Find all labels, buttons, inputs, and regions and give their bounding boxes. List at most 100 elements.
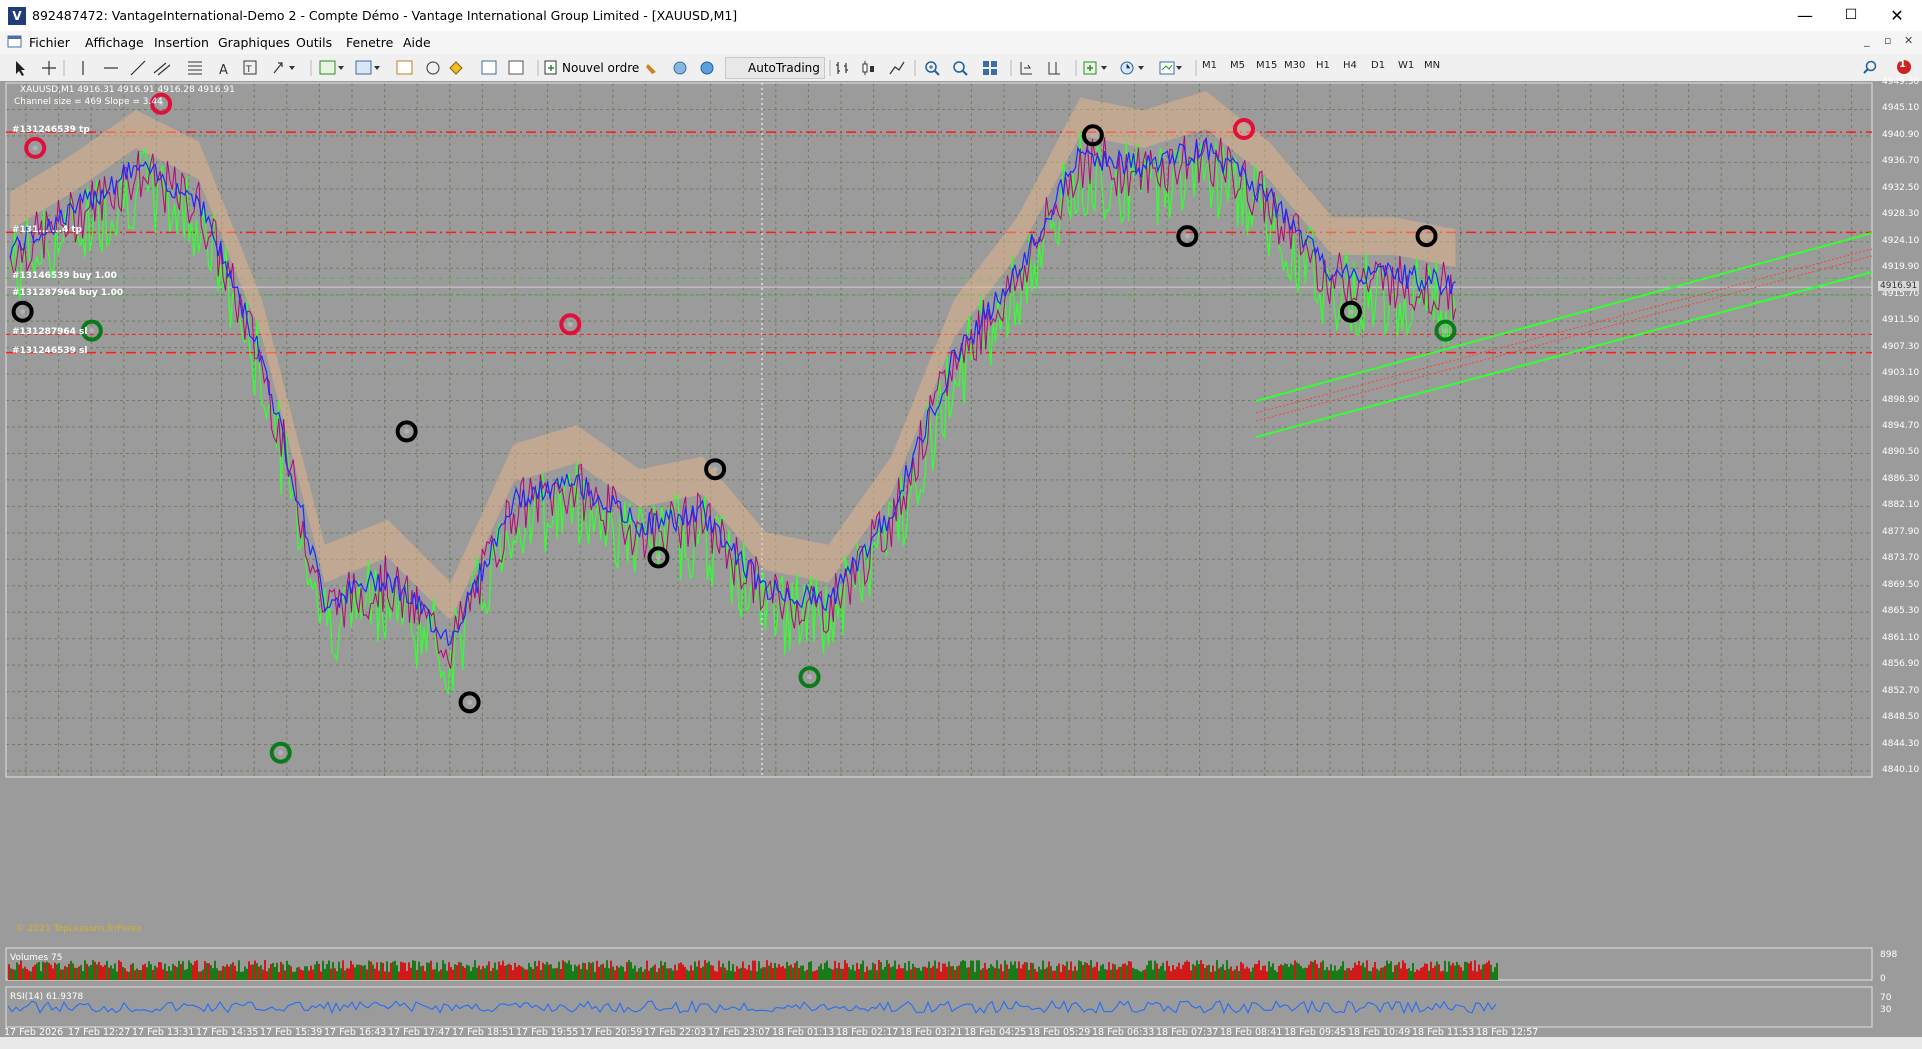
volume-bar	[830, 968, 832, 980]
volume-bar	[1218, 968, 1220, 980]
timeframe-m5[interactable]: M5	[1230, 60, 1245, 71]
volume-bar	[892, 966, 894, 980]
volume-bar	[536, 966, 538, 980]
menu-affichage[interactable]: Affichage	[85, 35, 144, 50]
volume-bar	[420, 966, 422, 980]
menu-insertion[interactable]: Insertion	[154, 35, 209, 50]
price-tick: 4932.50	[1882, 182, 1920, 193]
volume-bar	[544, 964, 546, 980]
volume-bar	[958, 965, 960, 980]
timeframe-m30[interactable]: M30	[1284, 60, 1305, 71]
volume-bar	[698, 960, 700, 980]
zoom-in-icon[interactable]	[925, 61, 940, 76]
text-icon[interactable]: A	[219, 63, 228, 78]
tester-icon[interactable]	[508, 60, 524, 75]
signals-icon[interactable]	[673, 61, 687, 75]
volume-bar	[1390, 961, 1392, 980]
candle-chart-icon[interactable]	[862, 61, 874, 75]
order-line-label[interactable]: #13146539 buy 1.00	[12, 271, 117, 281]
volume-bar	[1204, 967, 1206, 980]
timeframe-m1[interactable]: M1	[1202, 60, 1217, 71]
terminal-icon[interactable]	[481, 60, 497, 75]
volume-bar	[1486, 962, 1488, 980]
crosshair-icon[interactable]	[42, 61, 56, 75]
timeframe-d1[interactable]: D1	[1371, 60, 1385, 71]
new-chart-icon[interactable]	[319, 60, 336, 75]
price-chart[interactable]	[0, 81, 1922, 1037]
timeframe-w1[interactable]: W1	[1398, 60, 1414, 71]
autotrading-button[interactable]: AutoTrading	[725, 57, 825, 79]
bar-chart-icon[interactable]	[836, 62, 848, 74]
child-restore-button[interactable]: ▫	[1884, 34, 1891, 47]
volume-bar	[106, 960, 108, 980]
menu-aide[interactable]: Aide	[403, 35, 431, 50]
maximize-button[interactable]: ☐	[1828, 0, 1874, 31]
volume-bar	[366, 969, 368, 980]
menu-fenetre[interactable]: Fenetre	[346, 35, 393, 50]
market-icon[interactable]	[700, 61, 714, 75]
new-order-button[interactable]: Nouvel ordre	[541, 57, 644, 79]
volume-bar	[618, 967, 620, 980]
volume-bar	[1154, 960, 1156, 980]
navigator-icon[interactable]	[426, 61, 440, 75]
child-close-button[interactable]: ✕	[1904, 34, 1913, 47]
data-window-icon[interactable]	[449, 61, 463, 75]
volume-bar	[388, 971, 390, 980]
volume-bar	[182, 961, 184, 980]
search-icon[interactable]	[1863, 60, 1877, 74]
trendline-icon[interactable]	[130, 60, 146, 76]
menu-graphiques[interactable]: Graphiques	[218, 35, 290, 50]
arrows-icon[interactable]	[273, 62, 295, 74]
timeframe-mn[interactable]: MN	[1424, 60, 1440, 71]
volume-bar	[180, 964, 182, 980]
chart-shift-icon[interactable]	[1048, 62, 1060, 75]
cursor-icon[interactable]	[16, 61, 25, 76]
meta-editor-icon[interactable]	[646, 64, 656, 74]
indicators-icon[interactable]	[1083, 61, 1107, 75]
timeframe-h4[interactable]: H4	[1343, 60, 1357, 71]
volume-bar	[794, 963, 796, 980]
chart-window[interactable]: XAUUSD,M1 4916.31 4916.91 4916.28 4916.9…	[0, 77, 1922, 1038]
order-line-label[interactable]: #131246539 tp	[12, 125, 90, 135]
minimize-button[interactable]: —	[1782, 0, 1828, 31]
volume-bar	[1068, 970, 1070, 980]
close-button[interactable]: ✕	[1874, 0, 1920, 31]
order-line-label[interactable]: #131246539 sl	[12, 346, 87, 356]
tile-icon[interactable]	[983, 61, 997, 75]
fibonacci-icon[interactable]	[188, 61, 202, 75]
volume-bar	[404, 962, 406, 980]
profiles-icon[interactable]	[355, 60, 372, 75]
templates-icon[interactable]	[1159, 61, 1182, 75]
price-tick: 4949.30	[1882, 77, 1920, 87]
volume-bar	[896, 969, 898, 980]
volume-bar	[1396, 964, 1398, 980]
volume-bar	[212, 968, 214, 980]
volume-bar	[508, 963, 510, 980]
volume-bar	[412, 960, 414, 980]
volume-bar	[924, 966, 926, 980]
menu-outils[interactable]: Outils	[296, 35, 332, 50]
timeframe-h1[interactable]: H1	[1316, 60, 1330, 71]
autoscroll-icon[interactable]	[1020, 62, 1032, 75]
volume-bar	[1294, 960, 1296, 980]
volume-bar	[374, 968, 376, 980]
order-line-label[interactable]: #131287964 buy 1.00	[12, 288, 123, 298]
volume-bar	[56, 964, 58, 980]
label-icon[interactable]: T	[243, 60, 257, 75]
volume-bar	[610, 960, 612, 980]
menu-fichier[interactable]: Fichier	[29, 35, 70, 50]
child-minimize-button[interactable]: _	[1864, 34, 1870, 47]
order-line-label[interactable]: #131287964 sl	[12, 327, 87, 337]
volume-bar	[1456, 961, 1458, 980]
line-chart-icon[interactable]	[889, 61, 905, 75]
volume-bar	[454, 964, 456, 980]
channel-icon[interactable]	[153, 62, 171, 76]
volume-bar	[1376, 968, 1378, 980]
market-watch-icon[interactable]	[396, 60, 413, 75]
timeframe-m15[interactable]: M15	[1256, 60, 1277, 71]
periods-icon[interactable]	[1120, 61, 1144, 75]
volume-bar	[778, 964, 780, 980]
swing-marker-dot	[404, 428, 410, 434]
volume-bar	[1404, 963, 1406, 980]
order-line-label[interactable]: #131... ...4 tp	[12, 225, 82, 235]
